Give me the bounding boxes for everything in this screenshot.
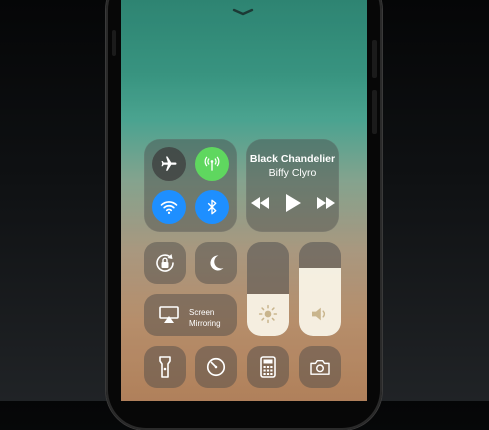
connectivity-module [144, 139, 237, 232]
rotation-lock-icon [156, 254, 174, 272]
bluetooth-icon [207, 199, 217, 215]
airplane-icon [161, 156, 177, 171]
play-icon[interactable] [285, 194, 301, 212]
cellular-data-toggle[interactable] [195, 147, 229, 181]
screen-mirroring-label-line1: Screen [189, 308, 215, 317]
bluetooth-toggle[interactable] [195, 190, 229, 224]
wifi-toggle[interactable] [152, 190, 186, 224]
rewind-icon[interactable] [250, 197, 269, 209]
screen-mirroring-label-line2: Mirroring [189, 319, 221, 328]
song-title: Black Chandelier [249, 153, 336, 165]
now-playing-module[interactable]: Black Chandelier Biffy Clyro [246, 139, 339, 232]
do-not-disturb-button[interactable] [195, 242, 237, 284]
timer-icon [206, 357, 226, 377]
calculator-button[interactable] [247, 346, 289, 388]
dismiss-chevron-icon[interactable] [232, 8, 254, 16]
wifi-icon [160, 201, 178, 214]
flashlight-button[interactable] [144, 346, 186, 388]
brightness-slider[interactable] [247, 242, 289, 336]
rotation-lock-button[interactable] [144, 242, 186, 284]
brightness-sun-icon [258, 304, 278, 324]
flashlight-icon [159, 356, 171, 378]
volume-slider-fill [299, 268, 341, 336]
screen-mirroring-icon [159, 306, 179, 323]
song-artist: Biffy Clyro [268, 167, 317, 179]
cellular-antenna-icon [204, 156, 220, 171]
camera-icon [310, 359, 330, 375]
airplane-mode-toggle[interactable] [152, 147, 186, 181]
calculator-icon [260, 356, 276, 378]
volume-speaker-icon [312, 307, 326, 321]
screen-mirroring-button[interactable]: Screen Mirroring [144, 294, 237, 336]
moon-icon [210, 255, 224, 271]
timer-button[interactable] [195, 346, 237, 388]
camera-button[interactable] [299, 346, 341, 388]
phone-side-button [372, 40, 377, 78]
phone-side-button [372, 90, 377, 134]
phone-side-button [112, 30, 116, 56]
volume-slider[interactable] [299, 242, 341, 336]
screen-mirroring-label: Screen Mirroring [189, 307, 221, 329]
fast-forward-icon[interactable] [316, 197, 335, 209]
